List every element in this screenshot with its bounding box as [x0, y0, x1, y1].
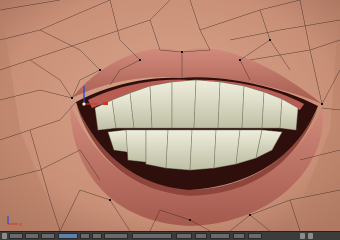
select-mode-buttons[interactable]	[176, 233, 192, 239]
view-menu-button[interactable]	[9, 233, 23, 239]
shading-select[interactable]	[80, 233, 90, 239]
axis-x-label: x	[19, 222, 22, 228]
viewport-canvas[interactable]: x	[0, 0, 340, 231]
manipulator-buttons[interactable]	[104, 233, 128, 239]
snap-element-select[interactable]	[248, 233, 262, 239]
viewport-header	[0, 231, 340, 240]
render-icon[interactable]	[300, 233, 305, 239]
mode-select[interactable]	[58, 233, 78, 239]
proportional-edit-select[interactable]	[210, 233, 230, 239]
select-menu-button[interactable]	[25, 233, 39, 239]
editor-type-icon[interactable]	[2, 233, 7, 239]
blender-window: x	[0, 0, 340, 240]
pivot-select[interactable]	[92, 233, 102, 239]
render-anim-icon[interactable]	[308, 233, 313, 239]
mesh-menu-button[interactable]	[41, 233, 55, 239]
3d-viewport[interactable]: x	[0, 0, 340, 231]
layer-buttons[interactable]	[132, 233, 172, 239]
occlude-toggle[interactable]	[195, 233, 207, 239]
snap-toggle[interactable]	[233, 233, 245, 239]
